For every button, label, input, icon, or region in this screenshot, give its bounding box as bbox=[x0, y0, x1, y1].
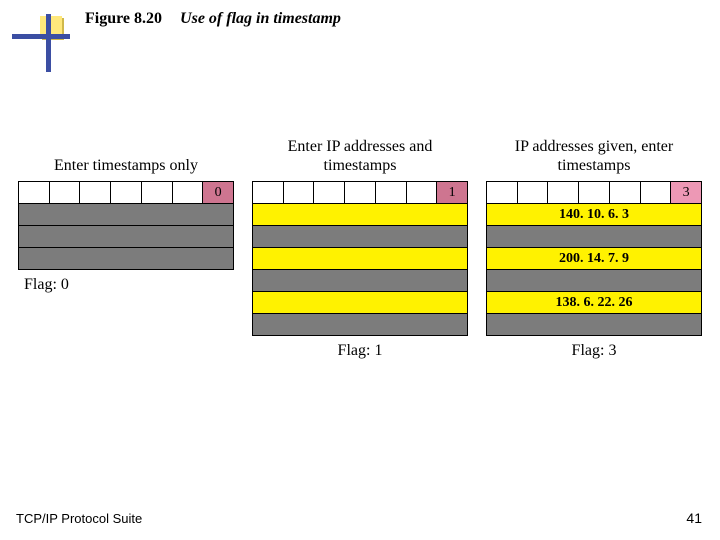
timestamp-slot bbox=[253, 314, 468, 336]
timestamp-slot bbox=[487, 314, 702, 336]
column-flag3: IP addresses given, enter timestamps 3 1… bbox=[486, 135, 702, 360]
footer-source: TCP/IP Protocol Suite bbox=[16, 511, 142, 526]
timestamp-slot bbox=[19, 204, 234, 226]
ip-slot: 200. 14. 7. 9 bbox=[487, 248, 702, 270]
timestamp-slot bbox=[253, 226, 468, 248]
ip-slot bbox=[253, 248, 468, 270]
flag-value: 1 bbox=[437, 182, 468, 204]
column-heading: Enter timestamps only bbox=[54, 135, 198, 175]
flag-value: 3 bbox=[671, 182, 702, 204]
ip-slot bbox=[253, 292, 468, 314]
slide-bullet-icon bbox=[12, 14, 72, 74]
column-flag0: Enter timestamps only 0 Flag: 0 bbox=[18, 135, 234, 360]
column-flag1: Enter IP addresses and timestamps 1 Flag… bbox=[252, 135, 468, 360]
ip-slot: 140. 10. 6. 3 bbox=[487, 204, 702, 226]
column-heading: Enter IP addresses and timestamps bbox=[252, 135, 468, 175]
diagram: Enter timestamps only 0 Flag: 0 Enter IP… bbox=[18, 135, 702, 360]
flag-caption: Flag: 1 bbox=[338, 342, 383, 360]
flag1-table: 1 bbox=[252, 181, 468, 336]
timestamp-slot bbox=[19, 226, 234, 248]
slide-title: Figure 8.20 Use of flag in timestamp bbox=[85, 10, 341, 28]
column-heading: IP addresses given, enter timestamps bbox=[486, 135, 702, 175]
ip-slot bbox=[253, 204, 468, 226]
flag0-table: 0 bbox=[18, 181, 234, 270]
flag-caption: Flag: 3 bbox=[572, 342, 617, 360]
figure-number: Figure 8.20 bbox=[85, 10, 162, 27]
flag-value: 0 bbox=[203, 182, 234, 204]
timestamp-slot bbox=[253, 270, 468, 292]
figure-title: Use of flag in timestamp bbox=[180, 10, 341, 27]
timestamp-slot bbox=[487, 270, 702, 292]
timestamp-slot bbox=[19, 248, 234, 270]
ip-slot: 138. 6. 22. 26 bbox=[487, 292, 702, 314]
flag3-table: 3 140. 10. 6. 3 200. 14. 7. 9 138. 6. 22… bbox=[486, 181, 702, 336]
flag-caption: Flag: 0 bbox=[24, 276, 69, 294]
timestamp-slot bbox=[487, 226, 702, 248]
page-number: 41 bbox=[686, 510, 702, 526]
